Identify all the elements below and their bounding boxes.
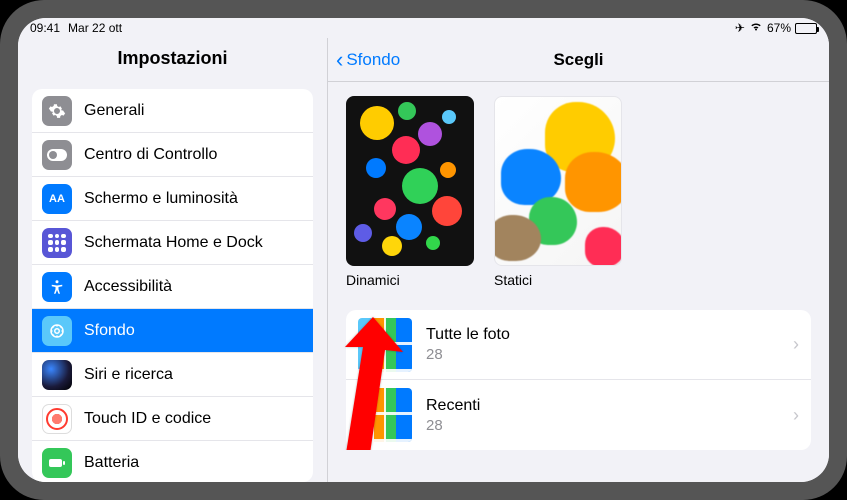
album-tutte-le-foto[interactable]: Tutte le foto 28 ›: [346, 310, 811, 380]
sidebar-item-home-dock[interactable]: Schermata Home e Dock: [32, 221, 313, 265]
battery-settings-icon: [42, 448, 72, 478]
sidebar-item-label: Accessibilità: [84, 278, 172, 296]
static-thumbnail: [494, 96, 622, 266]
wallpaper-icon: [42, 316, 72, 346]
sidebar-item-schermo[interactable]: AA Schermo e luminosità: [32, 177, 313, 221]
airplane-icon: ✈︎: [735, 21, 745, 35]
sidebar-item-label: Schermo e luminosità: [84, 190, 238, 208]
chevron-left-icon: ‹: [336, 49, 343, 71]
status-time: 09:41: [30, 21, 60, 35]
battery-percent: 67%: [767, 21, 791, 35]
status-date: Mar 22 ott: [68, 21, 122, 35]
chevron-right-icon: ›: [793, 405, 799, 426]
wallpaper-categories: Dinamici Statici: [346, 96, 811, 288]
album-thumbnail: [358, 318, 412, 372]
sidebar-item-sfondo[interactable]: Sfondo: [32, 309, 313, 353]
sidebar-item-label: Batteria: [84, 454, 139, 472]
gear-icon: [42, 96, 72, 126]
sidebar-item-siri[interactable]: Siri e ricerca: [32, 353, 313, 397]
album-recenti[interactable]: Recenti 28 ›: [346, 380, 811, 450]
control-center-icon: [42, 140, 72, 170]
sidebar-item-generali[interactable]: Generali: [32, 89, 313, 133]
display-icon: AA: [42, 184, 72, 214]
wifi-icon: [749, 21, 763, 35]
accessibility-icon: [42, 272, 72, 302]
screen: 09:41 Mar 22 ott ✈︎ 67% Impostazioni: [18, 18, 829, 482]
dynamic-thumbnail: [346, 96, 474, 266]
sidebar-title: Impostazioni: [18, 38, 327, 81]
photo-albums: Tutte le foto 28 › Recenti 28 ›: [346, 310, 811, 450]
wallpaper-static[interactable]: Statici: [494, 96, 622, 288]
sidebar-item-label: Touch ID e codice: [84, 410, 211, 428]
album-name: Tutte le foto: [426, 326, 510, 344]
sidebar-item-label: Sfondo: [84, 322, 135, 340]
chevron-right-icon: ›: [793, 334, 799, 355]
wallpaper-dynamic[interactable]: Dinamici: [346, 96, 474, 288]
sidebar-item-label: Siri e ricerca: [84, 366, 173, 384]
device-frame: 09:41 Mar 22 ott ✈︎ 67% Impostazioni: [0, 0, 847, 500]
sidebar: Impostazioni Generali Centro di Controll…: [18, 38, 328, 482]
home-dock-icon: [42, 228, 72, 258]
status-bar: 09:41 Mar 22 ott ✈︎ 67%: [18, 18, 829, 38]
wallpaper-label: Statici: [494, 272, 622, 288]
album-count: 28: [426, 417, 480, 434]
sidebar-item-label: Centro di Controllo: [84, 146, 217, 164]
touch-id-icon: [42, 404, 72, 434]
battery-icon: [795, 23, 817, 34]
sidebar-item-batteria[interactable]: Batteria: [32, 441, 313, 482]
detail-pane: ‹ Sfondo Scegli: [328, 38, 829, 482]
wallpaper-label: Dinamici: [346, 272, 474, 288]
siri-icon: [42, 360, 72, 390]
album-count: 28: [426, 346, 510, 363]
detail-nav: ‹ Sfondo Scegli: [328, 38, 829, 82]
settings-list: Generali Centro di Controllo AA Schermo …: [32, 89, 313, 482]
sidebar-item-accessibilita[interactable]: Accessibilità: [32, 265, 313, 309]
sidebar-item-touch-id[interactable]: Touch ID e codice: [32, 397, 313, 441]
album-name: Recenti: [426, 397, 480, 415]
back-button[interactable]: ‹ Sfondo: [328, 49, 400, 71]
detail-title: Scegli: [553, 50, 603, 70]
sidebar-item-label: Schermata Home e Dock: [84, 234, 263, 252]
sidebar-item-label: Generali: [84, 102, 144, 120]
album-thumbnail: [358, 388, 412, 442]
back-label: Sfondo: [346, 50, 400, 70]
sidebar-item-centro-controllo[interactable]: Centro di Controllo: [32, 133, 313, 177]
